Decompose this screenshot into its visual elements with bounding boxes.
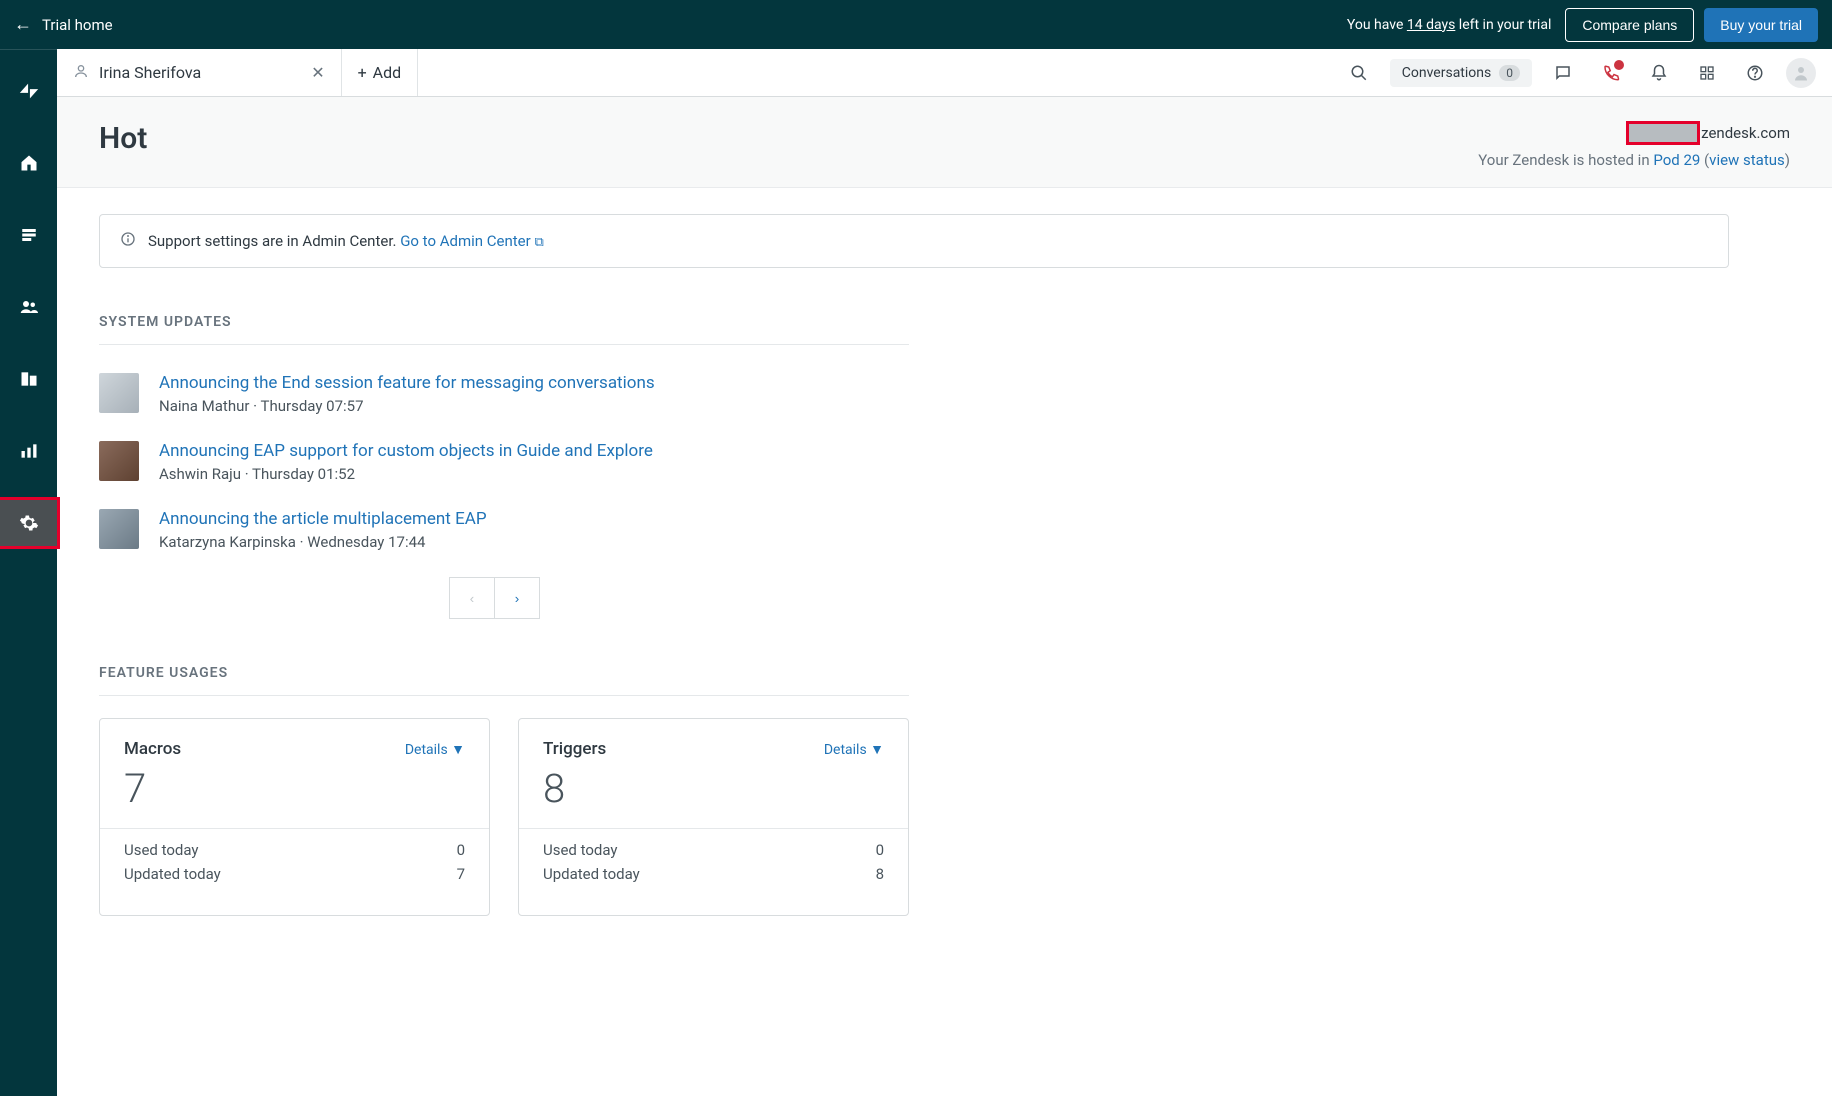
go-to-admin-center-link[interactable]: Go to Admin Center ⧉ — [400, 232, 544, 250]
stat-label: Updated today — [124, 865, 221, 883]
macros-card: Macros Details ▼ 7 Used today 0 Updated t… — [99, 718, 490, 916]
macros-count: 7 — [124, 765, 465, 812]
profile-avatar[interactable] — [1786, 58, 1816, 88]
triggers-details-link[interactable]: Details ▼ — [824, 741, 884, 758]
author-avatar — [99, 509, 139, 549]
card-title: Macros — [124, 739, 181, 759]
update-title-link[interactable]: Announcing the End session feature for m… — [159, 373, 655, 393]
update-meta: Naina Mathur · Thursday 07:57 — [159, 397, 655, 415]
search-button[interactable] — [1342, 56, 1376, 90]
hosted-info: Your Zendesk is hosted in Pod 29 (view s… — [1478, 151, 1790, 169]
alert-badge-icon — [1614, 60, 1624, 70]
subdomain-redacted — [1626, 121, 1700, 145]
update-title-link[interactable]: Announcing EAP support for custom object… — [159, 441, 653, 461]
updates-pager: ‹ › — [449, 577, 909, 619]
apps-grid-icon[interactable] — [1690, 56, 1724, 90]
domain-suffix: zendesk.com — [1701, 124, 1790, 142]
trial-days-link[interactable]: 14 days — [1407, 17, 1455, 33]
nav-organizations[interactable] — [0, 356, 57, 402]
workspace-tab-bar: Irina Sherifova ✕ + Add Conversations 0 — [57, 49, 1832, 97]
tab-user-name: Irina Sherifova — [99, 63, 201, 82]
stat-label: Updated today — [543, 865, 640, 883]
compare-plans-button[interactable]: Compare plans — [1565, 8, 1694, 42]
stat-label: Used today — [124, 841, 199, 859]
nav-customers[interactable] — [0, 284, 57, 330]
author-avatar — [99, 441, 139, 481]
triggers-card: Triggers Details ▼ 8 Used today 0 Updated… — [518, 718, 909, 916]
triggers-count: 8 — [543, 765, 884, 812]
stat-value: 0 — [876, 841, 884, 859]
add-tab-button[interactable]: + Add — [342, 49, 419, 96]
conversations-button[interactable]: Conversations 0 — [1390, 59, 1532, 87]
nav-admin-settings[interactable] — [0, 500, 57, 546]
pod-link[interactable]: Pod 29 — [1653, 151, 1700, 169]
update-item: Announcing EAP support for custom object… — [99, 441, 909, 483]
conversations-count: 0 — [1499, 65, 1520, 81]
pager-prev-button: ‹ — [449, 577, 495, 619]
stat-value: 8 — [876, 865, 884, 883]
update-item: Announcing the End session feature for m… — [99, 373, 909, 415]
tab-user-profile[interactable]: Irina Sherifova ✕ — [57, 49, 342, 96]
stat-value: 0 — [457, 841, 465, 859]
close-tab-icon[interactable]: ✕ — [311, 63, 324, 82]
admin-center-notice: Support settings are in Admin Center. Go… — [99, 214, 1729, 268]
talk-phone-icon[interactable] — [1594, 56, 1628, 90]
page-title: Hot — [99, 121, 147, 169]
trial-home-label: Trial home — [42, 16, 113, 34]
macros-details-link[interactable]: Details ▼ — [405, 741, 465, 758]
info-icon — [120, 231, 136, 251]
person-icon — [73, 63, 89, 83]
notice-text: Support settings are in Admin Center. — [148, 232, 400, 250]
nav-zendesk-logo[interactable] — [0, 68, 57, 114]
conversations-label: Conversations — [1402, 65, 1491, 81]
divider — [99, 344, 909, 345]
plus-icon: + — [358, 63, 367, 82]
left-nav — [0, 49, 57, 1096]
stat-value: 7 — [457, 865, 465, 883]
page-header: Hot zendesk.com Your Zendesk is hosted i… — [57, 97, 1832, 188]
divider — [99, 695, 909, 696]
author-avatar — [99, 373, 139, 413]
external-link-icon: ⧉ — [534, 235, 543, 250]
add-tab-label: Add — [373, 63, 401, 82]
feature-usages-heading: FEATURE USAGES — [99, 665, 1729, 681]
stat-label: Used today — [543, 841, 618, 859]
nav-reporting[interactable] — [0, 428, 57, 474]
nav-views[interactable] — [0, 212, 57, 258]
chat-icon[interactable] — [1546, 56, 1580, 90]
help-icon[interactable] — [1738, 56, 1772, 90]
back-to-trial-home[interactable]: ← Trial home — [14, 14, 113, 35]
system-updates-heading: SYSTEM UPDATES — [99, 314, 1729, 330]
pager-next-button[interactable]: › — [494, 577, 540, 619]
notifications-bell-icon[interactable] — [1642, 56, 1676, 90]
buy-trial-button[interactable]: Buy your trial — [1704, 8, 1818, 42]
arrow-left-icon: ← — [14, 14, 32, 35]
card-title: Triggers — [543, 739, 606, 759]
trial-top-bar: ← Trial home You have 14 days left in yo… — [0, 0, 1832, 49]
update-meta: Katarzyna Karpinska · Wednesday 17:44 — [159, 533, 487, 551]
trial-remaining-text: You have 14 days left in your trial — [1347, 17, 1551, 33]
update-title-link[interactable]: Announcing the article multiplacement EA… — [159, 509, 487, 529]
update-meta: Ashwin Raju · Thursday 01:52 — [159, 465, 653, 483]
nav-home[interactable] — [0, 140, 57, 186]
update-item: Announcing the article multiplacement EA… — [99, 509, 909, 551]
view-status-link[interactable]: view status — [1709, 151, 1785, 169]
